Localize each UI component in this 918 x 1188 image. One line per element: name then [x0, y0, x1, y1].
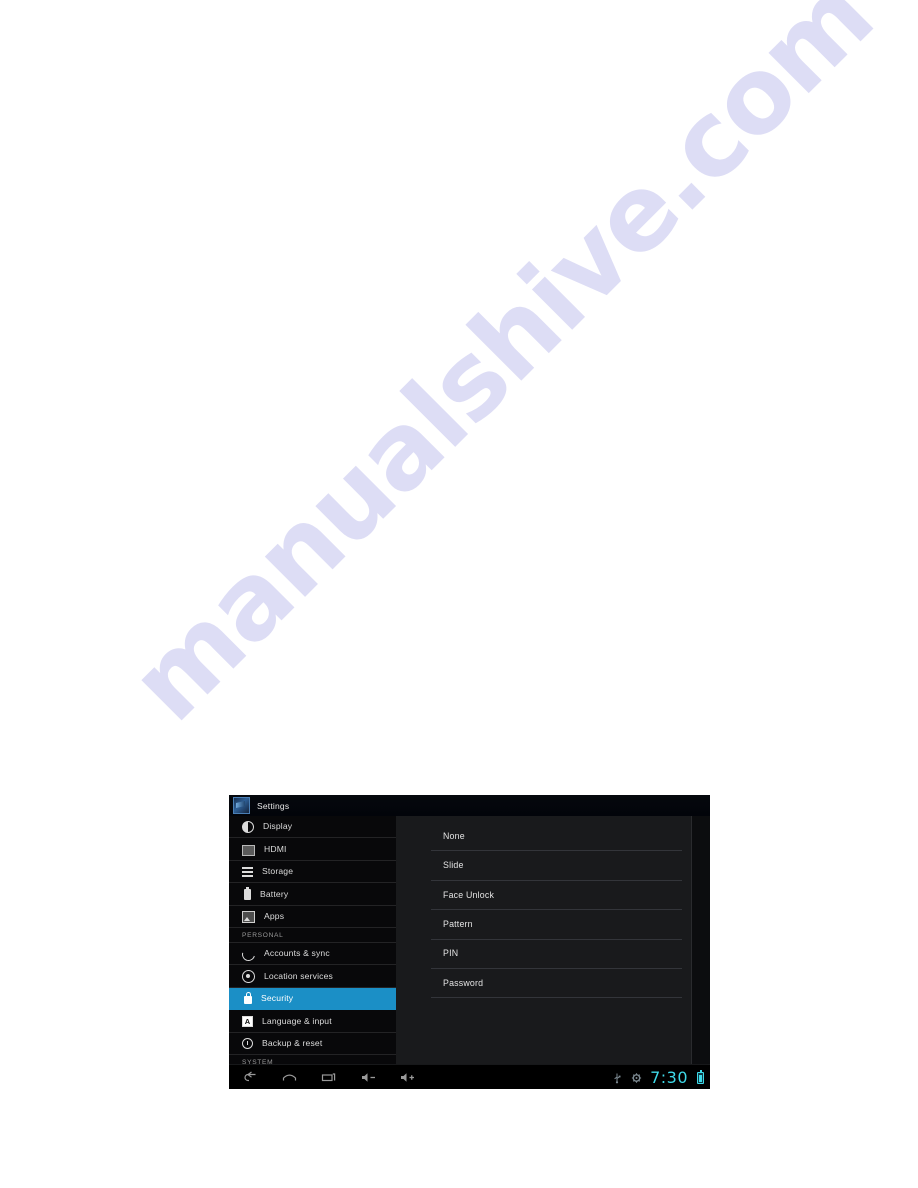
sync-icon — [239, 945, 258, 964]
keyboard-icon: A — [242, 1015, 253, 1027]
battery-status-icon — [697, 1070, 704, 1084]
screen-lock-options-list[interactable]: None Slide Face Unlock Pattern PIN Passw… — [431, 816, 682, 999]
option-label: PIN — [443, 948, 459, 959]
apps-icon — [242, 911, 255, 924]
volume-down-icon[interactable] — [359, 1070, 376, 1085]
device-body: Display HDMI Storage Battery Apps PERSON… — [229, 816, 710, 1064]
storage-icon — [242, 867, 253, 878]
sidebar-item-label: Backup & reset — [262, 1037, 323, 1048]
sidebar-item-location-services[interactable]: Location services — [229, 965, 396, 988]
section-header-label: PERSONAL — [242, 932, 284, 940]
system-navigation-bar: 7:30 — [229, 1064, 710, 1089]
sidebar-section-system: SYSTEM — [229, 1055, 396, 1064]
sidebar-item-accounts-sync[interactable]: Accounts & sync — [229, 943, 396, 966]
sidebar-item-label: Security — [261, 993, 294, 1004]
sidebar-item-battery[interactable]: Battery — [229, 883, 396, 906]
usb-icon[interactable] — [612, 1072, 622, 1084]
option-label: Slide — [443, 860, 464, 871]
option-label: Password — [443, 977, 484, 988]
option-label: None — [443, 830, 465, 841]
settings-sidebar[interactable]: Display HDMI Storage Battery Apps PERSON… — [229, 816, 396, 1064]
option-row-pin[interactable]: PIN — [431, 940, 682, 969]
option-row-none[interactable]: None — [431, 822, 682, 852]
sidebar-item-label: Language & input — [262, 1015, 332, 1026]
option-row-slide[interactable]: Slide — [431, 851, 682, 881]
option-row-pattern[interactable]: Pattern — [431, 910, 682, 940]
settings-gear-icon[interactable] — [631, 1072, 642, 1084]
screen-lock-options-panel: None Slide Face Unlock Pattern PIN Passw… — [396, 816, 710, 1064]
app-titlebar: Settings — [229, 795, 710, 816]
lock-icon — [244, 991, 252, 1004]
sidebar-item-label: HDMI — [264, 843, 287, 854]
sidebar-item-security[interactable]: Security — [229, 987, 396, 1011]
nav-button-group — [229, 1070, 415, 1085]
sidebar-item-label: Location services — [264, 970, 333, 981]
sidebar-item-label: Battery — [260, 888, 289, 899]
watermark-text: manualshive.com — [106, 0, 896, 745]
sidebar-item-label: Display — [263, 821, 293, 832]
sidebar-item-apps[interactable]: Apps — [229, 906, 396, 928]
status-clock: 7:30 — [650, 1067, 688, 1087]
home-icon[interactable] — [281, 1070, 298, 1085]
app-title: Settings — [257, 800, 290, 811]
sidebar-item-label: Accounts & sync — [264, 948, 330, 959]
hdmi-icon — [242, 844, 255, 856]
back-icon[interactable] — [242, 1070, 259, 1085]
sidebar-item-storage[interactable]: Storage — [229, 861, 396, 884]
sidebar-item-backup-reset[interactable]: Backup & reset — [229, 1033, 396, 1055]
option-row-password[interactable]: Password — [431, 969, 682, 999]
panel-scroll-rail[interactable] — [691, 816, 710, 1064]
battery-icon — [244, 886, 251, 900]
volume-up-icon[interactable] — [398, 1070, 415, 1085]
sidebar-item-label: Apps — [264, 910, 285, 921]
sidebar-item-label: Storage — [262, 866, 294, 877]
sidebar-section-personal: PERSONAL — [229, 928, 396, 943]
restore-icon — [242, 1038, 253, 1050]
status-icon-group: 7:30 — [612, 1067, 704, 1087]
sidebar-item-language-input[interactable]: A Language & input — [229, 1010, 396, 1033]
display-icon — [242, 821, 254, 834]
location-icon — [242, 970, 255, 984]
sidebar-item-hdmi[interactable]: HDMI — [229, 838, 396, 861]
sidebar-item-display[interactable]: Display — [229, 816, 396, 839]
option-label: Face Unlock — [443, 889, 495, 900]
recents-icon[interactable] — [320, 1070, 337, 1085]
option-row-face-unlock[interactable]: Face Unlock — [431, 881, 682, 911]
device-screenshot: Settings Display HDMI Storage Battery Ap… — [229, 795, 710, 1089]
settings-app-icon — [233, 797, 250, 814]
option-label: Pattern — [443, 918, 473, 929]
